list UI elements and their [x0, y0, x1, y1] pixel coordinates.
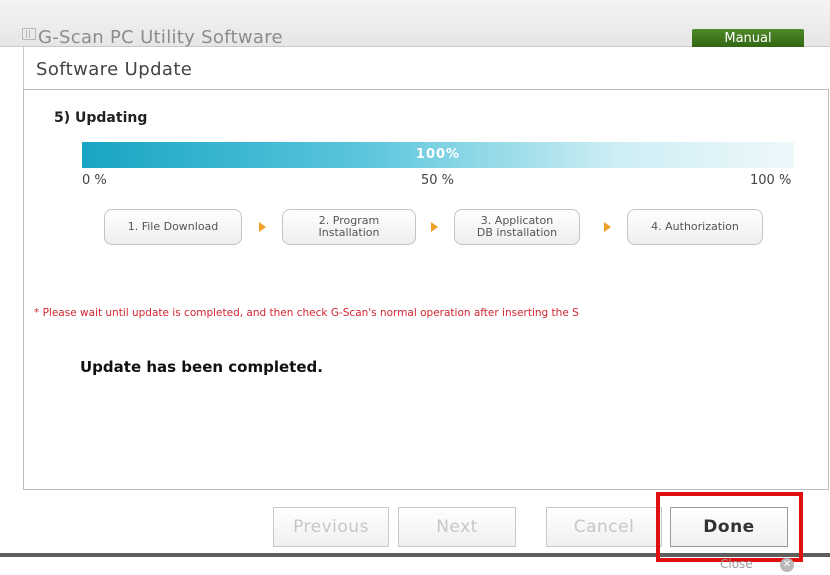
footer-divider: [0, 553, 830, 557]
stage-arrow-icon: [259, 222, 266, 232]
stage-authorization: 4. Authorization: [627, 209, 763, 245]
stage-label: 3. Applicaton DB installation: [476, 214, 558, 239]
next-button[interactable]: Next: [398, 507, 516, 547]
done-button[interactable]: Done: [670, 507, 788, 547]
page-title: Software Update: [36, 59, 193, 80]
close-label[interactable]: Close: [720, 557, 753, 571]
manual-button[interactable]: Manual: [692, 29, 804, 48]
step-heading: 5) Updating: [54, 110, 148, 126]
close-icon[interactable]: ✕: [780, 558, 794, 572]
stage-db-installation: 3. Applicaton DB installation: [454, 209, 580, 245]
progress-scale-mid: 50 %: [421, 173, 455, 188]
status-message: Update has been completed.: [80, 358, 323, 376]
stage-arrow-icon: [431, 222, 438, 232]
progress-scale-start: 0 %: [82, 173, 107, 188]
stage-label: 2. Program Installation: [318, 214, 380, 239]
previous-button[interactable]: Previous: [273, 507, 389, 547]
stage-label: 1. File Download: [127, 220, 219, 233]
stage-program-installation: 2. Program Installation: [282, 209, 416, 245]
stage-file-download: 1. File Download: [104, 209, 242, 245]
app-title: G-Scan PC Utility Software: [38, 27, 283, 48]
update-panel: 5) Updating 100% 0 % 50 % 100 % 1. File …: [23, 89, 829, 490]
update-notice: * Please wait until update is completed,…: [34, 307, 579, 319]
stage-label: 4. Authorization: [651, 220, 739, 233]
progress-bar: 100%: [82, 142, 794, 168]
app-grid-icon: [22, 28, 36, 40]
stage-arrow-icon: [604, 222, 611, 232]
title-bar: G-Scan PC Utility Software Manual: [0, 0, 830, 48]
progress-scale-end: 100 %: [750, 173, 792, 188]
page-header: Software Update: [23, 47, 830, 89]
progress-percent-label: 100%: [415, 147, 461, 162]
cancel-button[interactable]: Cancel: [546, 507, 662, 547]
